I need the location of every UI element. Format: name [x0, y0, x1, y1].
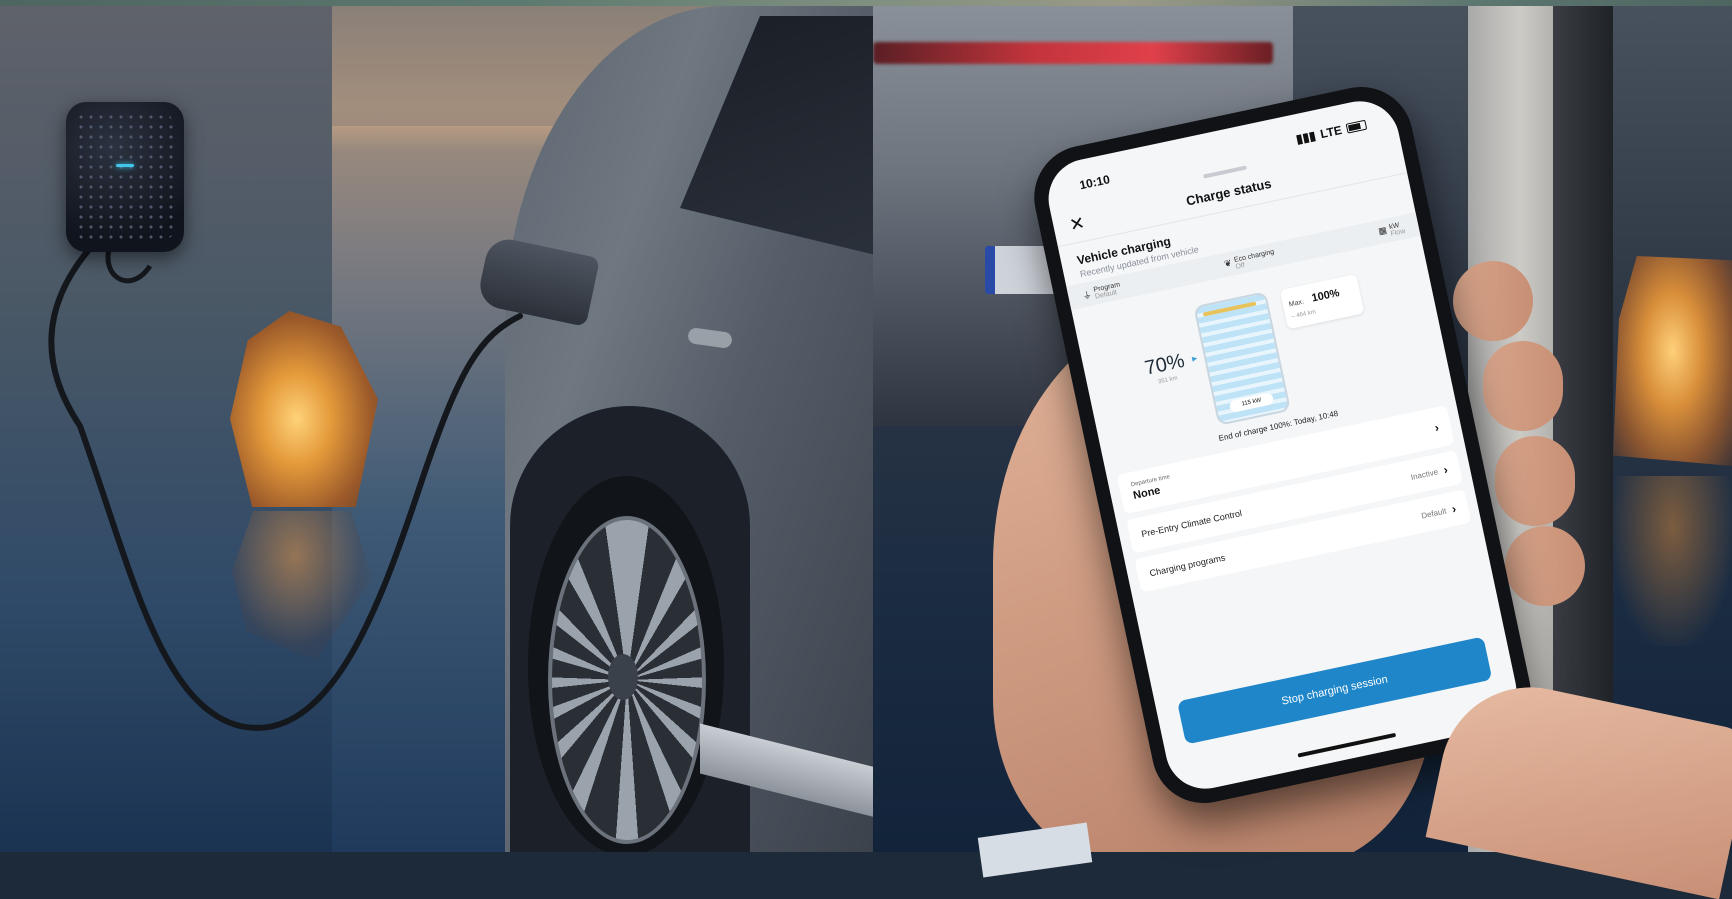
wallbox-charging-photo	[0, 6, 873, 852]
chevron-right-icon: ›	[1433, 420, 1441, 435]
charger-icon: ▦	[1377, 224, 1388, 237]
wallbox-charger	[66, 102, 184, 252]
signal-icon: ▮▮▮	[1294, 128, 1318, 147]
chevron-right-icon: ›	[1442, 462, 1450, 477]
programs-status: Default	[1420, 505, 1448, 521]
network-label: LTE	[1318, 122, 1344, 142]
preentry-status: Inactive	[1409, 466, 1439, 482]
plug-icon: ⏚	[1081, 289, 1093, 302]
tail-light-bar	[873, 42, 1273, 64]
leaf-icon: ❦	[1223, 257, 1233, 270]
charging-arrow-icon: ▸	[1191, 352, 1199, 365]
chevron-right-icon: ›	[1450, 501, 1458, 516]
crystal-reflection-right	[1613, 476, 1732, 646]
page-title: Charge status	[1184, 175, 1273, 209]
max-label: Max.	[1288, 298, 1305, 309]
finger	[1483, 341, 1563, 431]
amber-crystal-right	[1613, 256, 1732, 466]
close-icon[interactable]: ✕	[1068, 213, 1087, 237]
finger	[1505, 526, 1585, 606]
finger	[1453, 261, 1533, 341]
max-value: 100%	[1310, 286, 1341, 305]
stop-charging-button[interactable]: Stop charging session	[1177, 636, 1493, 745]
state-of-charge: 70%	[1142, 349, 1187, 380]
status-indicators: ▮▮▮ LTE	[1294, 118, 1368, 147]
programs-label: Charging programs	[1148, 552, 1227, 579]
battery-icon	[1345, 119, 1368, 134]
stat-power: ▦ kW Flow	[1377, 221, 1406, 240]
preentry-label: Pre-Entry Climate Control	[1140, 508, 1243, 540]
status-time: 10:10	[1078, 172, 1112, 193]
stat-sub: Flow	[1390, 227, 1406, 238]
wallbox-status-led	[116, 164, 134, 167]
finger	[1495, 436, 1575, 526]
home-indicator[interactable]	[1297, 732, 1396, 758]
max-charge-card[interactable]: Max. 100% – 464 km	[1279, 273, 1365, 330]
